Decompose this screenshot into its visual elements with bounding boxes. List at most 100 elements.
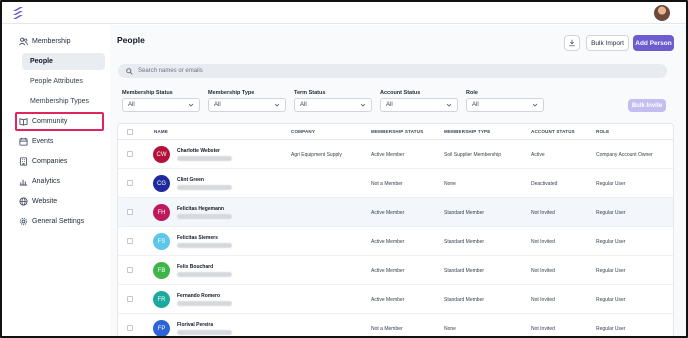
table-row[interactable]: FH Felicitas Hegemann Active Member Standar…	[118, 198, 673, 227]
email-redacted	[177, 243, 232, 248]
sidebar-item-general-settings[interactable]: General Settings	[18, 214, 84, 229]
person-name[interactable]: Clint Green	[177, 177, 204, 183]
row-checkbox[interactable]	[127, 238, 133, 244]
table-row[interactable]: FS Felicitas Siemers Active Member Standard…	[118, 227, 673, 256]
role-select[interactable]: All	[466, 98, 544, 112]
membership-type-cell: Standard Member	[444, 239, 485, 245]
bulk-invite-button[interactable]: Bulk Invite	[628, 99, 666, 112]
row-checkbox[interactable]	[127, 180, 133, 186]
table-row[interactable]: FB Felix Bouchard Active Member Standard Me…	[118, 256, 673, 285]
filter-label-role: Role	[466, 90, 478, 96]
row-checkbox[interactable]	[127, 296, 133, 302]
sidebar-item-analytics[interactable]: Analytics	[18, 174, 60, 189]
account-status-cell: Active	[531, 152, 545, 158]
filter-label-account-status: Account Status	[380, 90, 421, 96]
person-name[interactable]: Felicitas Hegemann	[177, 206, 224, 212]
user-avatar[interactable]	[654, 5, 670, 21]
term-status-select[interactable]: All	[294, 98, 372, 112]
sidebar-item-people-attributes[interactable]: People Attributes	[22, 73, 105, 90]
sidebar-item-companies[interactable]: Companies	[18, 154, 67, 169]
select-all-checkbox[interactable]	[127, 129, 133, 135]
email-redacted	[177, 272, 232, 277]
account-status-cell: Not Invited	[531, 239, 555, 245]
account-status-cell: Deactivated	[531, 181, 558, 187]
email-redacted	[177, 156, 232, 161]
chevron-down-icon	[360, 103, 366, 107]
table-row[interactable]: CW Charlotte Webster Agri Equipment Supply…	[118, 140, 673, 169]
bulk-import-button[interactable]: Bulk Import	[586, 35, 629, 51]
chevron-down-icon	[188, 103, 194, 107]
account-status-cell: Not Invited	[531, 268, 555, 274]
column-header-membership-type[interactable]: MEMBERSHIP TYPE	[444, 129, 490, 134]
select-value: All	[214, 102, 221, 108]
building-icon	[18, 157, 28, 167]
membership-status-cell: Not a Member	[371, 326, 403, 332]
account-status-select[interactable]: All	[380, 98, 458, 112]
main-content: People Bulk Import Add Person Search nam…	[110, 25, 686, 336]
add-person-button[interactable]: Add Person	[633, 35, 674, 51]
account-status-cell: Not Invited	[531, 210, 555, 216]
sidebar-item-people[interactable]: People	[22, 53, 105, 70]
table-row[interactable]: CG Clint Green Not a Member None Deactivated…	[118, 169, 673, 198]
column-header-membership-status[interactable]: MEMBERSHIP STATUS	[371, 129, 423, 134]
role-cell: Regular User	[596, 326, 626, 332]
calendar-icon	[18, 137, 28, 147]
filter-label-membership-type: Membership Type	[208, 90, 255, 96]
membership-status-cell: Active Member	[371, 239, 405, 245]
app-logo-icon[interactable]	[11, 6, 25, 20]
column-header-company[interactable]: COMPANY	[291, 129, 315, 134]
membership-type-cell: Standard Member	[444, 210, 485, 216]
table-row[interactable]: FR Fernando Romero Active Member Standard M…	[118, 285, 673, 314]
top-bar	[2, 2, 686, 24]
table-row[interactable]: FP Florival Pereira Not a Member None Not In…	[118, 314, 673, 336]
avatar: FH	[153, 204, 170, 221]
table-header: NAME COMPANY MEMBERSHIP STATUS MEMBERSHI…	[118, 124, 673, 140]
avatar: FS	[153, 233, 170, 250]
row-checkbox[interactable]	[127, 151, 133, 157]
email-redacted	[177, 185, 232, 190]
person-name[interactable]: Felicitas Siemers	[177, 235, 218, 241]
sidebar-section-membership[interactable]: Membership	[18, 34, 71, 49]
column-header-name[interactable]: NAME	[154, 129, 168, 134]
email-redacted	[177, 330, 232, 335]
membership-type-cell: None	[444, 181, 456, 187]
select-value: All	[386, 102, 393, 108]
column-header-account-status[interactable]: ACCOUNT STATUS	[531, 129, 575, 134]
chevron-down-icon	[446, 103, 452, 107]
role-cell: Regular User	[596, 268, 626, 274]
community-highlight-box	[15, 112, 104, 131]
sidebar-item-events[interactable]: Events	[18, 134, 53, 149]
role-cell: Regular User	[596, 210, 626, 216]
analytics-icon	[18, 177, 28, 187]
membership-status-select[interactable]: All	[122, 98, 200, 112]
sidebar-item-label: Analytics	[32, 178, 61, 185]
sidebar-item-website[interactable]: Website	[18, 194, 57, 209]
gear-icon	[18, 217, 28, 227]
sidebar-item-label: Companies	[32, 158, 68, 165]
person-name[interactable]: Fernando Romero	[177, 293, 220, 299]
membership-type-select[interactable]: All	[208, 98, 286, 112]
membership-status-cell: Active Member	[371, 152, 405, 158]
row-checkbox[interactable]	[127, 209, 133, 215]
search-input[interactable]: Search names or emails	[118, 64, 667, 78]
row-checkbox[interactable]	[127, 267, 133, 273]
app-window: Membership People People Attributes Memb…	[0, 0, 688, 338]
avatar: CG	[153, 175, 170, 192]
role-cell: Regular User	[596, 239, 626, 245]
sidebar-item-label: General Settings	[32, 218, 85, 225]
avatar: FB	[153, 262, 170, 279]
membership-status-cell: Active Member	[371, 210, 405, 216]
membership-status-cell: Active Member	[371, 297, 405, 303]
globe-icon	[18, 197, 28, 207]
person-name[interactable]: Charlotte Webster	[177, 148, 220, 154]
column-header-role[interactable]: ROLE	[596, 129, 609, 134]
avatar: CW	[153, 146, 170, 163]
person-name[interactable]: Felix Bouchard	[177, 264, 213, 270]
role-cell: Regular User	[596, 297, 626, 303]
row-checkbox[interactable]	[127, 325, 133, 331]
select-value: All	[472, 102, 479, 108]
chevron-down-icon	[532, 103, 538, 107]
export-button[interactable]	[564, 35, 580, 51]
sidebar-item-membership-types[interactable]: Membership Types	[22, 93, 105, 110]
person-name[interactable]: Florival Pereira	[177, 322, 213, 328]
